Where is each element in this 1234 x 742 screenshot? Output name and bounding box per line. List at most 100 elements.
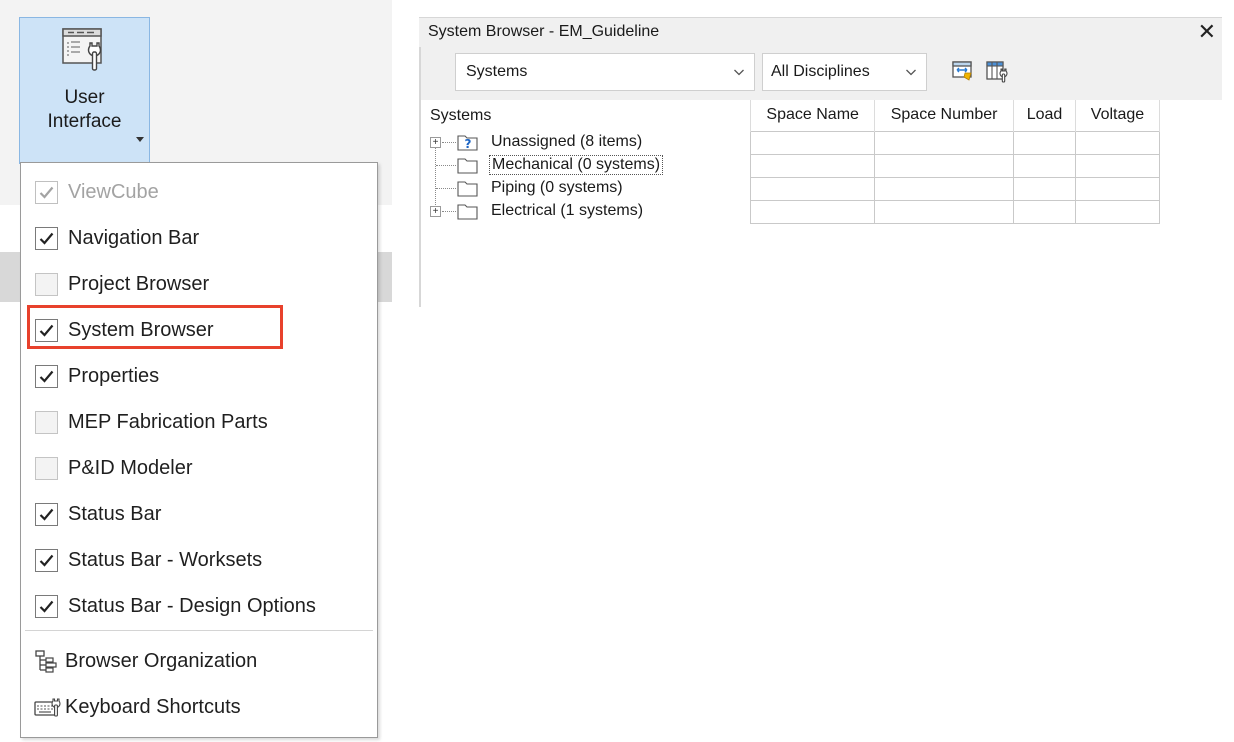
column-header-voltage[interactable]: Voltage	[1075, 100, 1160, 131]
menu-item-label: ViewCube	[68, 180, 159, 203]
tree-line	[442, 211, 456, 212]
menu-item-label: P&ID Modeler	[68, 456, 193, 479]
checkbox-project-browser[interactable]	[35, 272, 58, 296]
keyboard-icon	[34, 698, 61, 717]
checkbox-system-browser[interactable]	[35, 318, 58, 342]
row-label: Electrical (1 systems)	[491, 202, 644, 219]
cell-space-name	[750, 130, 876, 155]
table-row[interactable]: + Electrical (1 systems)	[425, 199, 1160, 224]
system-browser-grid: Systems Space Name Space Number Load Vol…	[425, 100, 1160, 224]
user-interface-label-line1: User	[64, 87, 105, 108]
checkmark-icon	[39, 508, 54, 521]
checkbox-navigation-bar[interactable]	[35, 226, 58, 250]
checkmark-icon	[39, 324, 54, 337]
checkbox-pid-modeler[interactable]	[35, 456, 58, 480]
menu-item-properties[interactable]: Properties	[21, 353, 377, 399]
tree-line	[442, 142, 456, 143]
checkbox-status-bar-design-options[interactable]	[35, 594, 58, 618]
folder-icon	[457, 204, 478, 220]
svg-text:?: ?	[465, 137, 472, 151]
cell-space-number	[874, 176, 1015, 201]
row-label: Unassigned (8 items)	[491, 133, 643, 150]
folder-icon	[457, 158, 478, 174]
cell-space-number	[874, 153, 1015, 178]
checkbox-properties[interactable]	[35, 364, 58, 388]
cell-load	[1013, 130, 1076, 155]
row-label: Mechanical (0 systems)	[488, 155, 664, 175]
cell-voltage	[1075, 130, 1160, 155]
checkmark-icon	[39, 600, 54, 613]
menu-item-label: Properties	[68, 364, 160, 387]
menu-item-status-bar-design-options[interactable]: Status Bar - Design Options	[21, 583, 377, 629]
system-browser-toolbar: Systems All Disciplines	[421, 47, 1222, 100]
column-header-load[interactable]: Load	[1013, 100, 1076, 131]
column-header-space-number[interactable]: Space Number	[874, 100, 1015, 131]
expand-plus-icon[interactable]: +	[430, 206, 441, 217]
discipline-dropdown-value: All Disciplines	[771, 63, 870, 80]
column-header-space-name[interactable]: Space Name	[750, 100, 876, 131]
cell-space-number	[874, 199, 1015, 224]
autofit-columns-icon[interactable]	[951, 59, 975, 83]
cell-space-name	[750, 176, 876, 201]
row-label: Piping (0 systems)	[491, 179, 623, 196]
checkbox-status-bar[interactable]	[35, 502, 58, 526]
discipline-dropdown[interactable]: All Disciplines	[762, 53, 927, 91]
checkmark-icon	[39, 370, 54, 383]
menu-item-status-bar-worksets[interactable]: Status Bar - Worksets	[21, 537, 377, 583]
chevron-down-icon	[906, 69, 916, 76]
cell-load	[1013, 199, 1076, 224]
folder-icon	[457, 181, 478, 197]
checkbox-mep-fabrication-parts[interactable]	[35, 410, 58, 434]
menu-item-mep-fabrication-parts[interactable]: MEP Fabrication Parts	[21, 399, 377, 445]
view-dropdown-value: Systems	[466, 63, 528, 80]
menu-item-navigation-bar[interactable]: Navigation Bar	[21, 215, 377, 261]
menu-item-status-bar[interactable]: Status Bar	[21, 491, 377, 537]
cell-space-name	[750, 153, 876, 178]
column-settings-icon[interactable]	[985, 59, 1009, 83]
view-dropdown[interactable]: Systems	[455, 53, 755, 91]
menu-item-label: Browser Organization	[65, 649, 258, 672]
cell-space-number	[874, 130, 1015, 155]
system-browser-title: System Browser - EM_Guideline	[428, 23, 660, 40]
checkbox-viewcube[interactable]	[35, 180, 58, 204]
user-interface-label-line2: Interface	[47, 111, 122, 132]
user-interface-icon	[61, 28, 102, 71]
menu-item-system-browser[interactable]: System Browser	[21, 307, 377, 353]
menu-item-label: MEP Fabrication Parts	[68, 410, 268, 433]
cell-voltage	[1075, 199, 1160, 224]
menu-item-label: Project Browser	[68, 272, 210, 295]
tree-line	[436, 165, 456, 166]
table-row[interactable]: Piping (0 systems)	[425, 176, 1160, 201]
checkmark-icon	[39, 186, 54, 199]
menu-item-label: Keyboard Shortcuts	[65, 695, 241, 718]
user-interface-menu: ViewCube Navigation Bar Project Browser …	[20, 162, 378, 738]
cell-voltage	[1075, 153, 1160, 178]
menu-item-label: System Browser	[68, 318, 214, 341]
cell-space-name	[750, 199, 876, 224]
cell-voltage	[1075, 176, 1160, 201]
menu-item-keyboard-shortcuts[interactable]: Keyboard Shortcuts	[21, 684, 377, 730]
cell-load	[1013, 153, 1076, 178]
close-icon[interactable]: ✕	[1198, 19, 1216, 45]
table-row[interactable]: Mechanical (0 systems)	[425, 153, 1160, 178]
expand-plus-icon[interactable]: +	[430, 137, 441, 148]
menu-item-viewcube[interactable]: ViewCube	[21, 169, 377, 215]
user-interface-button[interactable]: User Interface	[19, 17, 150, 164]
grid-header-row: Systems Space Name Space Number Load Vol…	[425, 100, 1160, 131]
menu-item-label: Navigation Bar	[68, 226, 200, 249]
dropdown-caret-icon	[136, 137, 144, 142]
menu-item-label: Status Bar - Design Options	[68, 594, 316, 617]
menu-item-pid-modeler[interactable]: P&ID Modeler	[21, 445, 377, 491]
table-row[interactable]: + ? Unassigned (8 items)	[425, 130, 1160, 217]
cell-load	[1013, 176, 1076, 201]
menu-item-browser-organization[interactable]: Browser Organization	[21, 638, 377, 684]
menu-item-label: Status Bar - Worksets	[68, 548, 263, 571]
tree-hierarchy-icon	[35, 650, 57, 673]
menu-item-project-browser[interactable]: Project Browser	[21, 261, 377, 307]
chevron-down-icon	[734, 69, 744, 76]
column-header-systems[interactable]: Systems	[425, 100, 752, 131]
checkbox-status-bar-worksets[interactable]	[35, 548, 58, 572]
menu-item-label: Status Bar	[68, 502, 162, 525]
checkmark-icon	[39, 554, 54, 567]
tree-line	[436, 188, 456, 189]
